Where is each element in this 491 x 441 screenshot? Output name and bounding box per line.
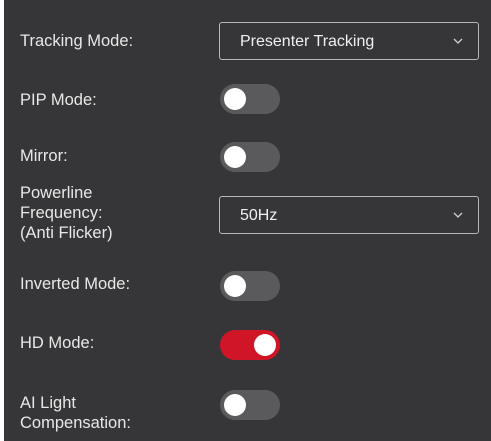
- hd-mode-label: HD Mode:: [20, 334, 95, 352]
- pip-mode-label: PIP Mode:: [20, 91, 97, 109]
- toggle-knob: [224, 146, 246, 168]
- hd-mode-toggle[interactable]: [220, 330, 280, 360]
- tracking-mode-value: Presenter Tracking: [240, 33, 375, 50]
- powerline-frequency-select[interactable]: 50Hz: [219, 196, 479, 234]
- toggle-knob: [224, 88, 246, 110]
- chevron-down-icon: [453, 212, 463, 218]
- mirror-toggle[interactable]: [220, 142, 280, 172]
- pip-mode-toggle[interactable]: [220, 84, 280, 114]
- tracking-mode-label: Tracking Mode:: [20, 32, 134, 50]
- camera-settings-panel: Tracking Mode: Presenter Tracking PIP Mo…: [4, 0, 491, 441]
- tracking-mode-select[interactable]: Presenter Tracking: [219, 22, 479, 60]
- powerline-frequency-label: Powerline Frequency: (Anti Flicker): [20, 184, 113, 242]
- ai-light-compensation-toggle[interactable]: [220, 390, 280, 420]
- chevron-down-icon: [453, 38, 463, 44]
- ai-light-compensation-label: AI Light Compensation:: [20, 394, 131, 432]
- mirror-label: Mirror:: [20, 147, 68, 165]
- toggle-knob: [254, 334, 276, 356]
- toggle-knob: [224, 275, 246, 297]
- inverted-mode-label: Inverted Mode:: [20, 275, 131, 293]
- powerline-frequency-value: 50Hz: [240, 207, 278, 224]
- inverted-mode-toggle[interactable]: [220, 271, 280, 301]
- toggle-knob: [224, 394, 246, 416]
